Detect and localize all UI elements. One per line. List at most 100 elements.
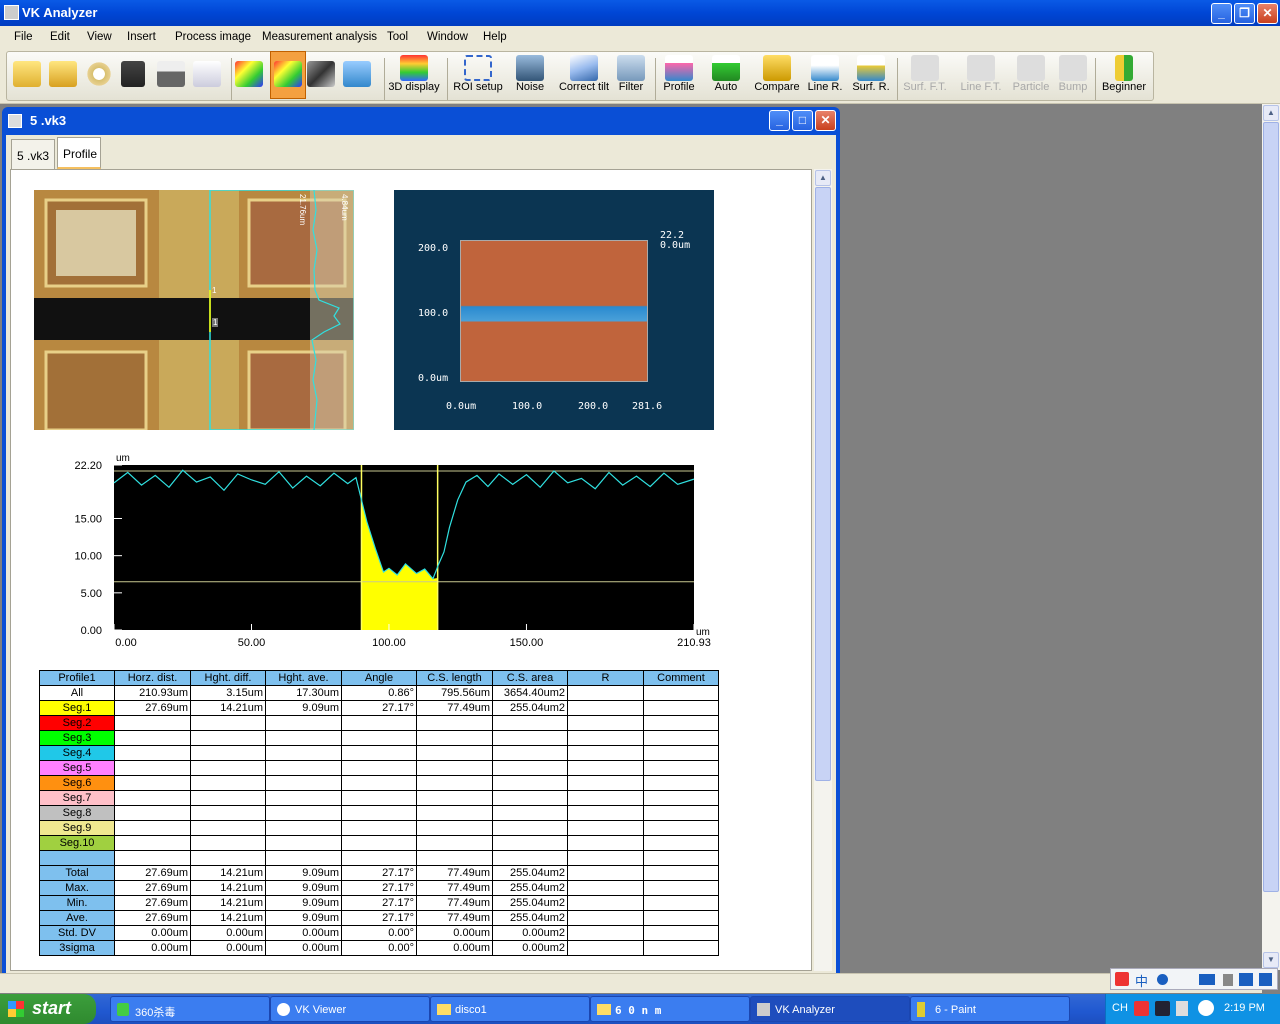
table-cell bbox=[643, 700, 719, 716]
table-row[interactable] bbox=[39, 850, 719, 866]
table-row[interactable]: Max. 27.69um 14.21um 9.09um 27.17° 77.49um 255… bbox=[39, 880, 719, 896]
taskbar-item-paint[interactable]: 6 - Paint bbox=[910, 996, 1070, 1022]
laser-image-icon[interactable] bbox=[307, 61, 335, 87]
table-row[interactable]: Seg.8 bbox=[39, 805, 719, 821]
main-scroll-thumb[interactable] bbox=[1263, 122, 1279, 892]
table-row[interactable]: Seg.5 bbox=[39, 760, 719, 776]
table-row[interactable]: Min. 27.69um 14.21um 9.09um 27.17° 77.49um 255… bbox=[39, 895, 719, 911]
print-preview-icon[interactable] bbox=[193, 61, 221, 87]
tab-profile[interactable]: Profile bbox=[57, 137, 101, 169]
line-ft-button[interactable]: Line F.T. bbox=[957, 55, 1005, 93]
skin-icon[interactable] bbox=[1239, 973, 1253, 986]
profile-chart[interactable]: 22.20 15.00 10.00 5.00 0.00 um 0.00 50.00 100.00… bbox=[41, 450, 761, 650]
ime-fullwidth-icon[interactable] bbox=[1157, 974, 1168, 985]
table-row[interactable]: Seg.6 bbox=[39, 775, 719, 791]
menu-view[interactable]: View bbox=[87, 31, 112, 43]
language-indicator[interactable]: CH bbox=[1112, 1002, 1128, 1014]
settings-wrench-icon[interactable] bbox=[1259, 973, 1272, 986]
close-button[interactable]: ✕ bbox=[1257, 3, 1278, 24]
taskbar-item-360[interactable]: 360杀毒 bbox=[110, 996, 270, 1022]
auto-button[interactable]: Auto bbox=[707, 55, 745, 93]
color-image-icon[interactable] bbox=[235, 61, 263, 87]
document-title-bar[interactable]: 5 .vk3 _ □ ✕ bbox=[2, 107, 840, 135]
user-icon[interactable] bbox=[1223, 974, 1233, 986]
surface-ft-button[interactable]: Surf. F.T. bbox=[901, 55, 949, 93]
help-tray-icon[interactable] bbox=[1155, 1001, 1170, 1016]
minimize-button[interactable]: _ bbox=[1211, 3, 1232, 24]
map-x-tick: 0.0um bbox=[446, 401, 477, 412]
menu-insert[interactable]: Insert bbox=[127, 31, 156, 43]
doc-minimize-button[interactable]: _ bbox=[769, 110, 790, 131]
height-color-icon[interactable] bbox=[270, 51, 306, 99]
start-button[interactable]: start bbox=[0, 994, 96, 1024]
main-vertical-scrollbar[interactable]: ▲ ▼ bbox=[1262, 104, 1280, 970]
menu-edit[interactable]: Edit bbox=[50, 31, 70, 43]
restore-button[interactable]: ❐ bbox=[1234, 3, 1255, 24]
ime-toolbar[interactable]: 中 bbox=[1110, 968, 1278, 990]
menu-window[interactable]: Window bbox=[427, 31, 468, 43]
main-scroll-down-button[interactable]: ▼ bbox=[1263, 952, 1279, 968]
3d-display-button[interactable]: 3D display bbox=[387, 55, 441, 93]
print-icon[interactable] bbox=[157, 61, 185, 87]
surface-roughness-button[interactable]: Surf. R. bbox=[849, 55, 893, 93]
bump-button[interactable]: Bump bbox=[1055, 55, 1091, 93]
sogou-tray-icon[interactable] bbox=[1134, 1001, 1149, 1016]
profile-button[interactable]: Profile bbox=[659, 55, 699, 93]
menu-tool[interactable]: Tool bbox=[387, 31, 408, 43]
open-multiple-icon[interactable] bbox=[49, 61, 77, 87]
table-row[interactable]: Total 27.69um 14.21um 9.09um 27.17° 77.49um 25… bbox=[39, 865, 719, 881]
correct-tilt-button[interactable]: Correct tilt bbox=[555, 55, 613, 93]
taskbar-item-60nm[interactable]: 6 0 n m bbox=[590, 996, 750, 1022]
table-row[interactable]: Seg.7 bbox=[39, 790, 719, 806]
table-row[interactable]: Seg.3 bbox=[39, 730, 719, 746]
table-row[interactable]: Seg.2 bbox=[39, 715, 719, 731]
document-vertical-scrollbar[interactable]: ▲ bbox=[814, 169, 832, 971]
table-cell bbox=[416, 820, 493, 836]
search-image-icon[interactable] bbox=[85, 61, 113, 87]
table-cell bbox=[643, 790, 719, 806]
compare-button[interactable]: Compare bbox=[751, 55, 803, 93]
table-row[interactable]: Seg.4 bbox=[39, 745, 719, 761]
height-map-panel[interactable]: 22.2 0.0um 200.0 100.0 0.0um 0.0um 100.0… bbox=[394, 190, 714, 430]
filter-button[interactable]: Filter bbox=[613, 55, 649, 93]
noise-button[interactable]: Noise bbox=[507, 55, 553, 93]
save-icon[interactable] bbox=[121, 61, 145, 87]
menu-process-image[interactable]: Process image bbox=[175, 31, 251, 43]
clock[interactable]: 2:19 PM bbox=[1224, 1002, 1265, 1014]
keyboard-icon[interactable] bbox=[1199, 974, 1215, 985]
table-row[interactable]: Seg.9 bbox=[39, 820, 719, 836]
height-image-icon[interactable] bbox=[343, 61, 371, 87]
app-title-bar[interactable]: VK Analyzer _ ❐ ✕ bbox=[0, 0, 1280, 26]
roi-setup-button[interactable]: ROI setup bbox=[451, 55, 505, 93]
menu-measurement-analysis[interactable]: Measurement analysis bbox=[262, 31, 377, 43]
network-tray-icon[interactable] bbox=[1176, 1001, 1188, 1016]
table-row[interactable]: Std. DV 0.00um 0.00um 0.00um 0.00° 0.00um 0.00… bbox=[39, 925, 719, 941]
bump-icon bbox=[1059, 55, 1087, 81]
table-row[interactable]: Ave. 27.69um 14.21um 9.09um 27.17° 77.49um 255… bbox=[39, 910, 719, 926]
taskbar-item-vk-analyzer[interactable]: VK Analyzer bbox=[750, 996, 910, 1022]
table-row[interactable]: All 210.93um 3.15um 17.30um 0.86° 795.56um 365… bbox=[39, 685, 719, 701]
scroll-thumb[interactable] bbox=[815, 187, 831, 781]
table-cell bbox=[416, 760, 493, 776]
doc-close-button[interactable]: ✕ bbox=[815, 110, 836, 131]
open-folder-icon[interactable] bbox=[13, 61, 41, 87]
beginner-button[interactable]: Beginner bbox=[1099, 55, 1149, 93]
scroll-up-button[interactable]: ▲ bbox=[815, 170, 831, 186]
table-row[interactable]: Seg.10 bbox=[39, 835, 719, 851]
table-row[interactable]: 3sigma 0.00um 0.00um 0.00um 0.00° 0.00um 0.00u… bbox=[39, 940, 719, 956]
menu-help[interactable]: Help bbox=[483, 31, 507, 43]
line-roughness-button[interactable]: Line R. bbox=[805, 55, 845, 93]
tab-vk3[interactable]: 5 .vk3 bbox=[11, 139, 55, 169]
taskbar-item-vk-viewer[interactable]: VK Viewer bbox=[270, 996, 430, 1022]
particle-button[interactable]: Particle bbox=[1009, 55, 1053, 93]
main-scroll-up-button[interactable]: ▲ bbox=[1263, 105, 1279, 121]
doc-maximize-button[interactable]: □ bbox=[792, 110, 813, 131]
table-cell bbox=[341, 805, 417, 821]
taskbar-item-disco1[interactable]: disco1 bbox=[430, 996, 590, 1022]
mdi-background bbox=[842, 104, 1262, 970]
show-hidden-icons-icon[interactable] bbox=[1198, 1000, 1214, 1016]
table-row[interactable]: Seg.1 27.69um 14.21um 9.09um 27.17° 77.49um 25… bbox=[39, 700, 719, 716]
table-cell: 0.00um bbox=[114, 940, 191, 956]
menu-file[interactable]: File bbox=[14, 31, 33, 43]
microscope-image[interactable]: 21.76um 4.84um 1 1 bbox=[34, 190, 354, 430]
